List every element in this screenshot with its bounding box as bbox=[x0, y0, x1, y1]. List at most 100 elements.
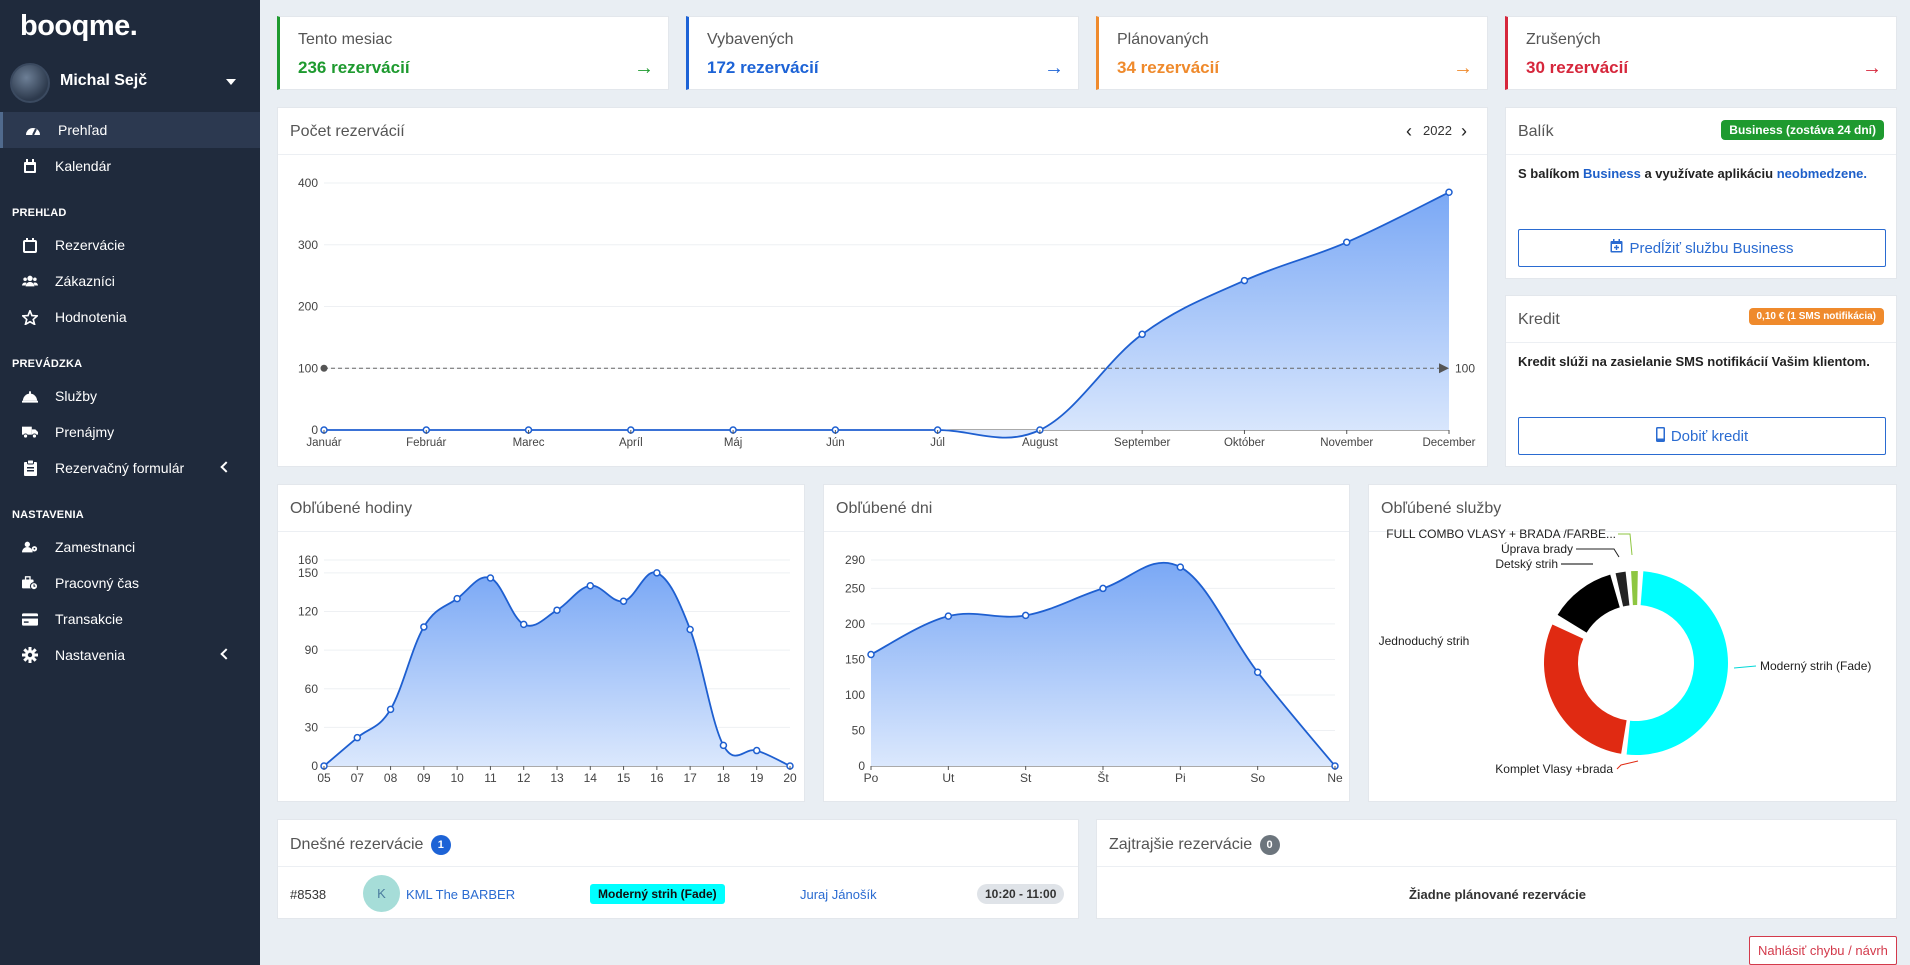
data-point bbox=[486, 574, 495, 582]
today-count-badge: 1 bbox=[430, 835, 451, 855]
extend-business-button[interactable]: Predĺžiť službu Business bbox=[1518, 229, 1886, 267]
x-tick-label: 17 bbox=[683, 771, 697, 785]
sidebar-item-overview[interactable]: Prehľad bbox=[0, 112, 260, 148]
top-up-credit-button[interactable]: Dobiť kredit bbox=[1518, 417, 1886, 455]
series-area bbox=[871, 562, 1335, 766]
today-reservations-card: Dnešné rezervácie 1 #8538 K KML The BARB… bbox=[277, 819, 1079, 919]
x-tick-label: Jún bbox=[826, 437, 845, 449]
popular-hours-card: Obľúbené hodiny 0 30 60 90 120 150 160 05 07 08 09… bbox=[277, 484, 805, 802]
y-tick-label: 100 bbox=[845, 688, 865, 702]
slice-connector bbox=[1733, 665, 1757, 669]
user-menu[interactable]: Michal Sejč bbox=[0, 60, 260, 103]
x-tick-label: 09 bbox=[417, 771, 431, 785]
y-tick-label: 250 bbox=[845, 581, 865, 595]
stat-value: 34 rezervácií bbox=[1117, 58, 1220, 77]
sidebar-item-label: Nastavenia bbox=[55, 647, 126, 663]
divider bbox=[1506, 154, 1896, 155]
x-tick-label: 08 bbox=[384, 771, 398, 785]
empty-message: Žiadne plánované rezervácie bbox=[1408, 887, 1587, 902]
arrow-right-icon[interactable]: → bbox=[634, 57, 654, 80]
users-icon bbox=[22, 273, 38, 289]
sidebar-item-label: Rezervačný formulár bbox=[55, 460, 185, 476]
x-tick-label: Ut bbox=[942, 771, 955, 785]
slice-label: FULL COMBO VLASY + BRADA /FARBE... bbox=[1386, 527, 1616, 541]
business-time-icon bbox=[22, 575, 38, 591]
app-logo[interactable]: booqme. bbox=[20, 10, 138, 43]
stat-card-completed[interactable]: Vybavených 172 rezervácií → bbox=[686, 16, 1079, 90]
data-point bbox=[1342, 238, 1351, 247]
x-tick-label: 15 bbox=[617, 771, 631, 785]
data-point bbox=[867, 650, 875, 659]
sidebar-item-label: Služby bbox=[55, 388, 98, 404]
data-point bbox=[353, 733, 362, 742]
stat-card-this-month[interactable]: Tento mesiac 236 rezervácií → bbox=[277, 16, 669, 90]
sidebar-item-label: Transakcie bbox=[55, 611, 123, 627]
x-tick-label: Február bbox=[406, 437, 446, 449]
data-point bbox=[653, 569, 661, 577]
y-tick-label: 50 bbox=[852, 723, 866, 737]
sidebar-item-settings[interactable]: Nastavenia bbox=[0, 637, 260, 673]
star-icon bbox=[22, 309, 38, 325]
reservations-chart-card: Počet rezervácií ‹ 2022 › 0 100 200 300 400 J… bbox=[277, 107, 1488, 467]
sidebar-item-rentals[interactable]: Prenájmy bbox=[0, 414, 260, 450]
data-point bbox=[686, 625, 694, 634]
stat-title: Plánovaných bbox=[1117, 31, 1209, 48]
y-tick-label: 300 bbox=[298, 238, 318, 252]
tomorrow-count-badge: 0 bbox=[1259, 835, 1280, 855]
x-tick-label: Apríl bbox=[619, 437, 643, 449]
sidebar-item-working-time[interactable]: Pracovný čas bbox=[0, 565, 260, 601]
y-tick-label: 200 bbox=[845, 617, 865, 631]
x-tick-label: 18 bbox=[717, 771, 731, 785]
chevron-left-icon bbox=[220, 461, 232, 473]
data-point bbox=[586, 582, 595, 590]
sidebar-item-ratings[interactable]: Hodnotenia bbox=[0, 299, 260, 335]
arrow-right-icon[interactable]: → bbox=[1862, 57, 1882, 80]
sidebar-item-services[interactable]: Služby bbox=[0, 378, 260, 414]
calendar-icon bbox=[22, 158, 38, 174]
x-tick-label: Po bbox=[864, 771, 879, 785]
y-tick-label: 400 bbox=[298, 176, 318, 190]
sidebar-item-booking-form[interactable]: Rezervačný formulár bbox=[0, 450, 260, 486]
card-title: Zajtrajšie rezervácie 0 bbox=[1109, 835, 1280, 855]
arrow-right-icon[interactable]: → bbox=[1453, 57, 1473, 80]
sidebar-section-operation: PREVÁDZKA bbox=[12, 358, 83, 370]
sidebar-item-label: Prenájmy bbox=[55, 424, 115, 440]
business-link[interactable]: KML The BARBER bbox=[406, 887, 515, 902]
stat-card-cancelled[interactable]: Zrušených 30 rezervácií → bbox=[1505, 16, 1897, 90]
popular-services-chart: Moderný strih (Fade) Komplet Vlasy +brada… bbox=[1379, 527, 1872, 776]
sidebar-item-customers[interactable]: Zákazníci bbox=[0, 263, 260, 299]
slice-label: Detský strih bbox=[1495, 557, 1558, 571]
x-tick-label: Ne bbox=[1327, 771, 1343, 785]
sidebar-item-transactions[interactable]: Transakcie bbox=[0, 601, 260, 637]
mobile-icon bbox=[1655, 426, 1665, 446]
sidebar-item-calendar[interactable]: Kalendár bbox=[0, 148, 260, 184]
x-tick-label: Pi bbox=[1175, 771, 1186, 785]
stat-title: Tento mesiac bbox=[298, 31, 393, 48]
stat-value: 30 rezervácií bbox=[1526, 58, 1629, 77]
credit-card: Kredit 0,10 € (1 SMS notifikácia) Kredit… bbox=[1505, 295, 1897, 467]
table-row[interactable]: #8538 K KML The BARBER Moderný strih (Fa… bbox=[278, 872, 1080, 916]
calendar-icon bbox=[22, 237, 38, 253]
avatar: K bbox=[363, 875, 400, 912]
y-tick-label: 160 bbox=[298, 553, 318, 567]
sidebar-item-employees[interactable]: Zamestnanci bbox=[0, 529, 260, 565]
stat-value: 236 rezervácií bbox=[298, 58, 410, 77]
tomorrow-reservations-card: Zajtrajšie rezervácie 0 Žiadne plánované… bbox=[1096, 819, 1897, 919]
stat-card-planned[interactable]: Plánovaných 34 rezervácií → bbox=[1096, 16, 1488, 90]
report-bug-button[interactable]: Nahlásiť chybu / návrh bbox=[1749, 936, 1897, 965]
sidebar-item-reservations[interactable]: Rezervácie bbox=[0, 227, 260, 263]
data-point bbox=[386, 705, 395, 714]
slice-label: Moderný strih (Fade) bbox=[1760, 659, 1871, 673]
x-tick-label: 14 bbox=[584, 771, 598, 785]
avatar bbox=[10, 63, 50, 103]
y-tick-label: 120 bbox=[298, 605, 318, 619]
arrow-right-icon[interactable]: → bbox=[1044, 57, 1064, 80]
customer-link[interactable]: Juraj Jánošík bbox=[800, 887, 877, 902]
x-tick-label: September bbox=[1114, 437, 1170, 449]
pie-slice bbox=[1544, 624, 1627, 754]
sidebar-item-label: Prehľad bbox=[58, 122, 108, 138]
data-point bbox=[453, 594, 461, 603]
divider bbox=[278, 866, 1078, 867]
data-point bbox=[519, 620, 528, 629]
data-point bbox=[1021, 611, 1030, 620]
